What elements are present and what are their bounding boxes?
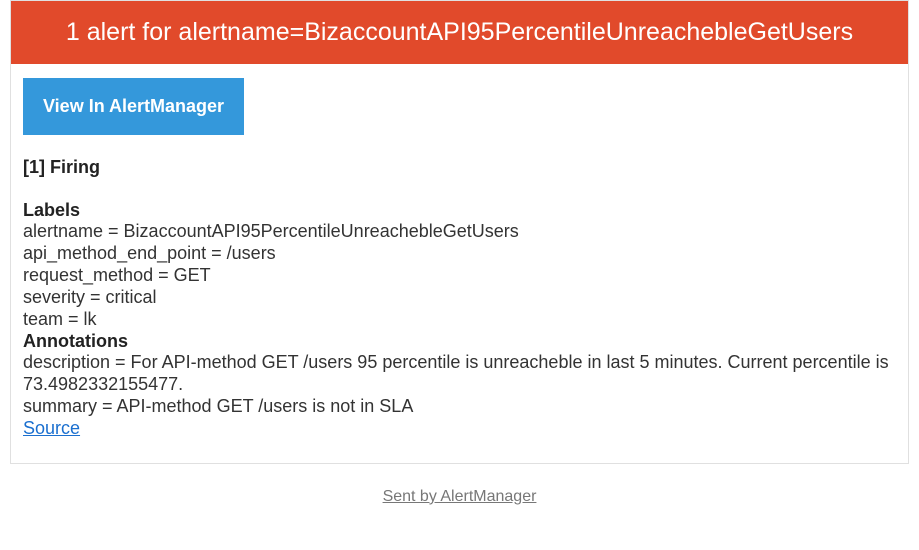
- label-row: team = lk: [23, 309, 898, 331]
- alert-card: 1 alert for alertname=BizaccountAPI95Per…: [10, 0, 909, 464]
- alert-header: 1 alert for alertname=BizaccountAPI95Per…: [11, 1, 908, 64]
- labels-heading: Labels: [23, 200, 898, 221]
- annotations-list: description = For API-method GET /users …: [23, 352, 898, 418]
- annotation-row: summary = API-method GET /users is not i…: [23, 396, 898, 418]
- firing-status: [1] Firing: [23, 157, 898, 178]
- label-row: alertname = BizaccountAPI95PercentileUnr…: [23, 221, 898, 243]
- labels-list: alertname = BizaccountAPI95PercentileUnr…: [23, 221, 898, 331]
- alert-content: View In AlertManager [1] Firing Labels a…: [11, 64, 908, 463]
- sent-by-alertmanager-link[interactable]: Sent by AlertManager: [383, 488, 537, 505]
- annotation-row: description = For API-method GET /users …: [23, 352, 898, 396]
- label-row: severity = critical: [23, 287, 898, 309]
- footer: Sent by AlertManager: [0, 488, 919, 506]
- label-row: request_method = GET: [23, 265, 898, 287]
- view-in-alertmanager-button[interactable]: View In AlertManager: [23, 78, 244, 135]
- alert-title: 1 alert for alertname=BizaccountAPI95Per…: [66, 18, 853, 46]
- annotations-heading: Annotations: [23, 331, 898, 352]
- source-link[interactable]: Source: [23, 418, 80, 439]
- label-row: api_method_end_point = /users: [23, 243, 898, 265]
